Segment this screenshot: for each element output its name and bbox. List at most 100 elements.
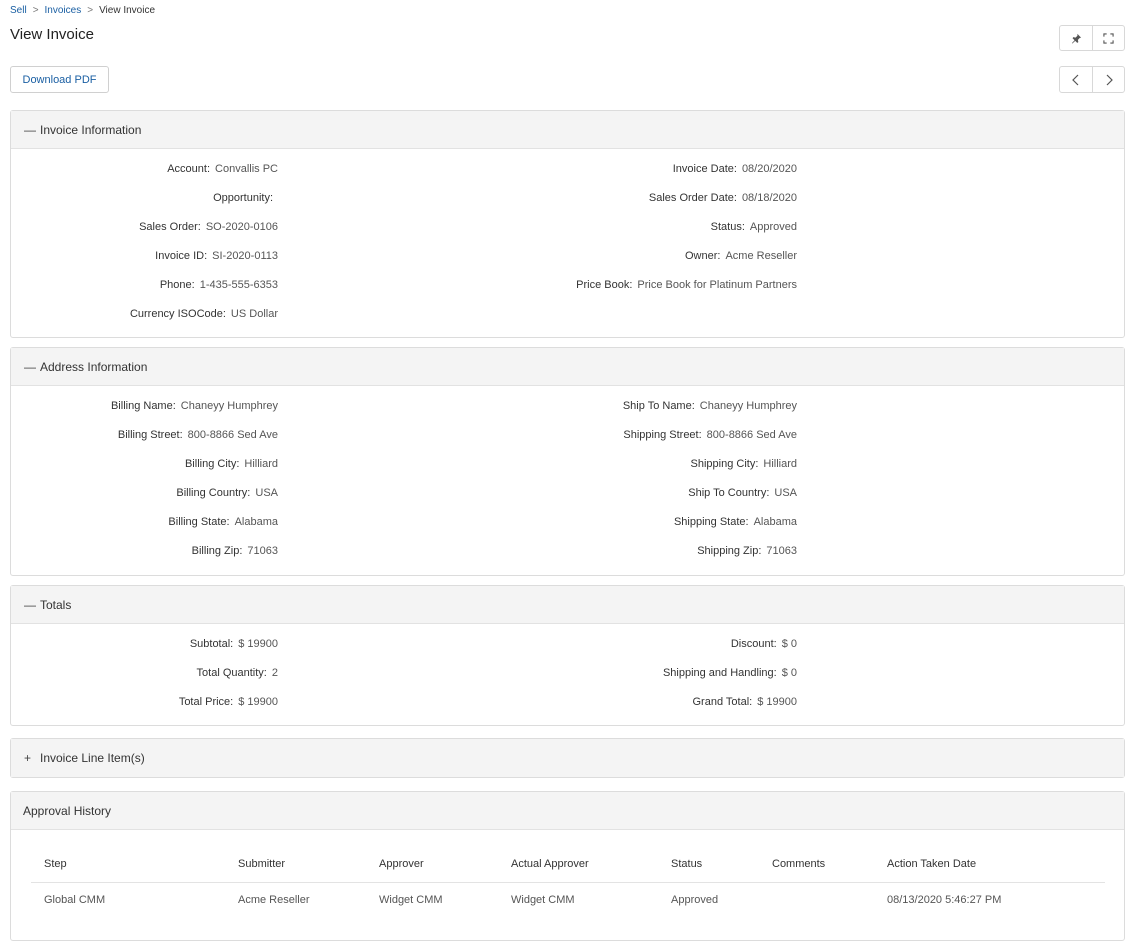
field-shipping-street: Shipping Street: 800-8866 Sed Ave [623, 429, 797, 441]
table-cell: Approved [671, 894, 719, 907]
approval-history-table: Step Submitter Approver Actual Approver … [31, 846, 1105, 918]
collapse-icon: — [24, 597, 36, 612]
sales-order-link[interactable]: SO-2020-0106 [206, 221, 278, 233]
invoice-line-items-header[interactable]: + Invoice Line Item(s) [11, 739, 1124, 777]
field-label: Discount: [730, 638, 777, 650]
field-value: US Dollar [230, 308, 278, 320]
table-cell: 08/13/2020 5:46:27 PM [887, 894, 1002, 907]
invoice-line-items-panel: + Invoice Line Item(s) [10, 738, 1125, 778]
field-billing-country: Billing Country: USA [176, 487, 278, 499]
chevron-left-icon [1072, 74, 1079, 85]
field-owner: Owner: Acme Reseller [685, 250, 797, 262]
field-value: 71063 [247, 545, 278, 557]
field-discount: Discount: $ 0 [731, 638, 797, 650]
field-label: Phone: [159, 279, 195, 291]
field-value: $ 0 [781, 667, 797, 679]
field-label: Account: [167, 163, 211, 175]
fullscreen-button[interactable] [1092, 26, 1124, 50]
field-ship-to-country: Ship To Country: USA [688, 487, 797, 499]
field-label: Price Book: [576, 279, 633, 291]
field-total-price: Total Price: $ 19900 [179, 696, 278, 708]
expand-icon [1103, 32, 1114, 44]
field-phone: Phone: 1-435-555-6353 [160, 279, 278, 291]
field-shipping-zip: Shipping Zip: 71063 [697, 545, 797, 557]
field-value: Hilliard [244, 458, 278, 470]
field-currency-isocode: Currency ISOCode: US Dollar [130, 308, 278, 320]
field-label: Sales Order: [139, 221, 201, 233]
approval-history-panel: Approval History Step Submitter Approver… [10, 791, 1125, 941]
field-value: 08/18/2020 [741, 192, 797, 204]
field-label: Status: [710, 221, 745, 233]
column-header-approver: Approver [366, 846, 498, 883]
field-sales-order-date: Sales Order Date: 08/18/2020 [649, 192, 797, 204]
address-information-header[interactable]: — Address Information [11, 348, 1124, 386]
section-title: Totals [40, 597, 72, 612]
field-subtotal: Subtotal: $ 19900 [190, 638, 278, 650]
field-value: 800-8866 Sed Ave [187, 429, 278, 441]
section-title: Address Information [40, 359, 148, 374]
address-information-panel: — Address Information Billing Name: Chane… [10, 347, 1125, 576]
table-cell: Widget CMM [379, 894, 443, 907]
field-grand-total: Grand Total: $ 19900 [693, 696, 798, 708]
field-shipping-state: Shipping State: Alabama [674, 516, 797, 528]
field-value: 71063 [766, 545, 797, 557]
totals-header[interactable]: — Totals [11, 586, 1124, 624]
field-label: Total Price: [178, 696, 234, 708]
totals-panel: — Totals Subtotal: $ 19900 Discount: $ 0 T… [10, 585, 1125, 726]
section-title: Invoice Line Item(s) [40, 751, 145, 765]
field-price-book: Price Book: Price Book for Platinum Partn… [576, 279, 797, 291]
next-record-button[interactable] [1092, 67, 1124, 92]
section-title: Approval History [23, 803, 112, 818]
table-cell [759, 882, 874, 918]
breadcrumb-current: View Invoice [99, 5, 156, 16]
field-value: Alabama [234, 516, 278, 528]
table-header-row: Step Submitter Approver Actual Approver … [31, 846, 1105, 883]
field-label: Billing Name: [110, 400, 176, 412]
expand-plus-icon: + [24, 751, 32, 765]
invoice-information-panel: — Invoice Information Account: Convallis … [10, 110, 1125, 338]
field-label: Sales Order Date: [648, 192, 737, 204]
breadcrumb-sell[interactable]: Sell [10, 5, 27, 16]
field-shipping-city: Shipping City: Hilliard [691, 458, 798, 470]
field-label: Billing Zip: [191, 545, 243, 557]
field-value: Chaneyy Humphrey [699, 400, 797, 412]
pin-button[interactable] [1060, 26, 1092, 50]
field-label: Subtotal: [189, 638, 234, 650]
field-invoice-date: Invoice Date: 08/20/2020 [673, 163, 797, 175]
invoice-information-header[interactable]: — Invoice Information [11, 111, 1124, 149]
download-pdf-button[interactable]: Download PDF [10, 66, 109, 93]
column-header-step: Step [31, 846, 225, 883]
field-value: Approved [749, 221, 797, 233]
field-billing-state: Billing State: Alabama [168, 516, 278, 528]
field-value: 800-8866 Sed Ave [706, 429, 797, 441]
field-value: $ 19900 [238, 696, 278, 708]
field-label: Invoice ID: [155, 250, 208, 262]
field-label: Billing State: [168, 516, 230, 528]
field-sales-order: Sales Order: SO-2020-0106 [139, 221, 278, 233]
field-value: $ 19900 [757, 696, 797, 708]
field-value: Price Book for Platinum Partners [637, 279, 797, 291]
collapse-icon: — [24, 122, 36, 137]
field-label: Owner: [685, 250, 721, 262]
field-billing-city: Billing City: Hilliard [185, 458, 278, 470]
field-status: Status: Approved [711, 221, 797, 233]
field-value: USA [255, 487, 278, 499]
field-label: Shipping Street: [623, 429, 702, 441]
field-label: Opportunity: [213, 192, 273, 204]
breadcrumb-invoices[interactable]: Invoices [45, 5, 82, 16]
field-value: USA [774, 487, 797, 499]
field-value: 1-435-555-6353 [199, 279, 278, 291]
chevron-right-icon [1106, 74, 1113, 85]
field-label: Ship To Country: [688, 487, 770, 499]
record-pager [1059, 66, 1125, 93]
field-ship-to-name: Ship To Name: Chaneyy Humphrey [623, 400, 797, 412]
breadcrumb: Sell > Invoices > View Invoice [10, 5, 155, 16]
collapse-icon: — [24, 359, 36, 374]
field-label: Billing Country: [176, 487, 251, 499]
field-value: $ 0 [781, 638, 797, 650]
previous-record-button[interactable] [1060, 67, 1092, 92]
breadcrumb-separator: > [32, 5, 39, 16]
table-row: Global CMM Acme Reseller Widget CMM Widg… [31, 882, 1105, 918]
owner-link[interactable]: Acme Reseller [725, 250, 797, 262]
account-link[interactable]: Convallis PC [215, 163, 278, 175]
